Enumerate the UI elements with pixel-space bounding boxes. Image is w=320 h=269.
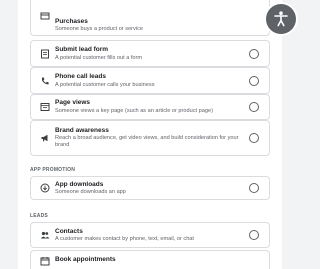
goal-description: Someone buys a product or service [55, 26, 143, 32]
goal-description: A potential customer calls your business [55, 82, 155, 88]
goal-radio-button[interactable] [249, 102, 259, 112]
goal-radio-button[interactable] [249, 48, 259, 59]
goal-radio-button[interactable] [249, 133, 259, 143]
section-label-app-promotion: APP PROMOTION [30, 167, 76, 173]
goal-card-purchases[interactable]: Purchases Someone buys a product or serv… [30, 0, 270, 36]
goal-card-phone-call-leads[interactable]: Phone call leads A potential customer ca… [30, 67, 270, 94]
goal-description: Someone views a key page (such as an art… [55, 108, 213, 114]
goal-card-brand-awareness[interactable]: Brand awareness Reach a broad audience, … [30, 120, 270, 156]
goal-card-app-downloads[interactable]: App downloads Someone downloads an app [30, 176, 270, 200]
goal-description: Someone downloads an app [55, 189, 126, 195]
form-icon [40, 49, 50, 59]
calendar-icon [40, 256, 50, 266]
web-page-icon [40, 102, 50, 112]
goal-title: Contacts [55, 228, 83, 235]
goal-title: App downloads [55, 181, 104, 188]
accessibility-icon [272, 10, 290, 28]
goal-description: Reach a broad audience, get video views,… [55, 135, 239, 148]
phone-icon [40, 76, 50, 86]
section-label-leads: LEADS [30, 213, 48, 219]
goal-radio-button[interactable] [249, 75, 259, 86]
goal-description: A potential customer fills out a form [55, 55, 143, 61]
goal-radio-button[interactable] [249, 183, 259, 193]
goal-title: Phone call leads [55, 73, 106, 80]
storefront-icon [40, 11, 50, 21]
goal-title: Book appointments [55, 256, 116, 263]
goal-card-page-views[interactable]: Page views Someone views a key page (suc… [30, 94, 270, 120]
goal-title: Submit lead form [55, 46, 109, 53]
goal-description: A customer makes contact by phone, text,… [55, 236, 194, 242]
goal-title: Purchases [55, 18, 88, 25]
goal-title: Page views [55, 99, 91, 106]
goal-title: Brand awareness [55, 127, 109, 134]
contacts-icon [40, 230, 50, 240]
goal-selection-panel: Purchases Someone buys a product or serv… [18, 0, 282, 269]
megaphone-icon [40, 133, 50, 143]
goal-card-book-appointments[interactable]: Book appointments [30, 250, 270, 269]
goal-card-submit-lead-form[interactable]: Submit lead form A potential customer fi… [30, 40, 270, 67]
accessibility-button[interactable] [266, 4, 296, 34]
goal-card-contacts[interactable]: Contacts A customer makes contact by pho… [30, 222, 270, 248]
goal-radio-button[interactable] [249, 230, 259, 240]
download-icon [40, 183, 50, 193]
